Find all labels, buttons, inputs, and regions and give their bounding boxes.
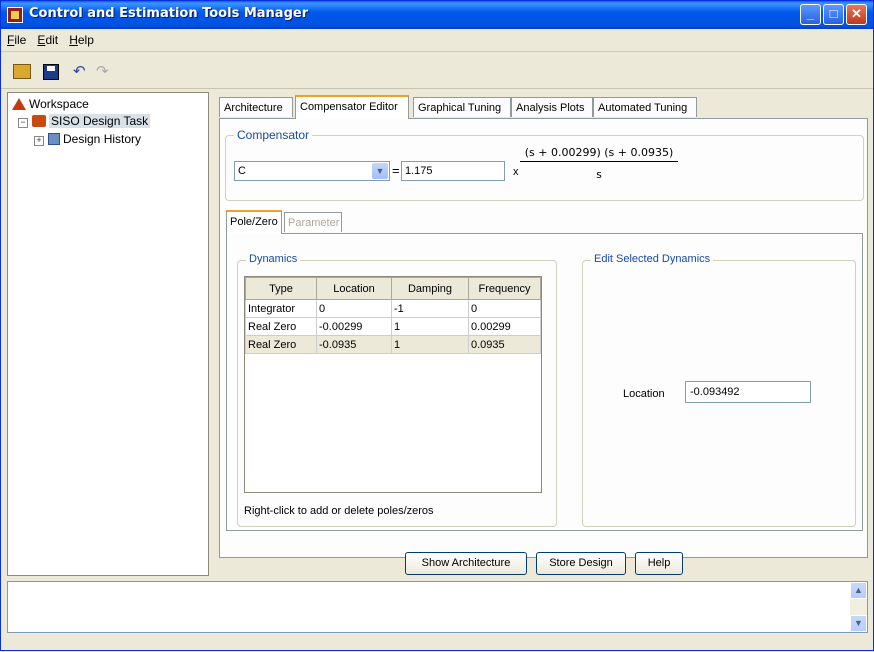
- compensator-legend: Compensator: [234, 128, 313, 142]
- table-cell[interactable]: 0.0935: [468, 335, 541, 354]
- table-cell[interactable]: Integrator: [245, 299, 317, 318]
- dynamics-group: Dynamics Type Location Damping Frequency: [237, 253, 557, 527]
- save-icon[interactable]: [43, 64, 59, 80]
- subtab-pole-zero[interactable]: Pole/Zero: [226, 210, 282, 234]
- app-icon: [7, 7, 23, 23]
- main-window: Control and Estimation Tools Manager _ □…: [0, 0, 874, 651]
- tree-item-label: Workspace: [29, 97, 89, 111]
- transfer-function: (s + 0.00299) (s + 0.0935) s: [520, 146, 678, 181]
- table-cell[interactable]: Real Zero: [245, 335, 317, 354]
- dynamics-legend: Dynamics: [246, 253, 301, 265]
- edit-selected-legend: Edit Selected Dynamics: [591, 253, 714, 265]
- chevron-down-icon[interactable]: ▼: [372, 163, 388, 179]
- log-panel[interactable]: ▲ ▼: [7, 581, 868, 633]
- tree-item-workspace[interactable]: Workspace: [12, 97, 89, 111]
- status-bar: [1, 635, 873, 652]
- table-cell[interactable]: 1: [391, 335, 469, 354]
- menu-file[interactable]: File: [7, 29, 26, 51]
- gain-field[interactable]: 1.175: [401, 161, 505, 181]
- table-cell[interactable]: -0.0935: [316, 335, 392, 354]
- vertical-scrollbar[interactable]: ▲ ▼: [850, 582, 867, 632]
- tree-item-siso-task[interactable]: − SISO Design Task: [18, 114, 151, 128]
- table-row[interactable]: Real Zero -0.0935 1 0.0935: [245, 335, 541, 354]
- toolbar: ↶ ↷: [1, 52, 873, 89]
- dynamics-table: Type Location Damping Frequency Integrat…: [245, 277, 541, 354]
- compensator-group: Compensator C ▼ = 1.175 x (s + 0.00299) …: [225, 128, 864, 201]
- table-cell[interactable]: -0.00299: [316, 317, 392, 336]
- edit-selected-group: Edit Selected Dynamics Location -0.09349…: [582, 253, 856, 527]
- workspace-tree: Workspace − SISO Design Task + Design Hist…: [7, 92, 209, 576]
- table-row[interactable]: Integrator 0 -1 0: [245, 299, 541, 318]
- menu-help[interactable]: Help: [69, 29, 94, 51]
- history-icon: [48, 133, 60, 145]
- pole-zero-panel: Dynamics Type Location Damping Frequency: [226, 233, 863, 531]
- show-architecture-button[interactable]: Show Architecture: [405, 552, 527, 575]
- close-button[interactable]: ✕: [846, 4, 867, 25]
- tab-analysis-plots[interactable]: Analysis Plots: [511, 97, 593, 117]
- scroll-up-icon[interactable]: ▲: [850, 582, 867, 599]
- column-header[interactable]: Damping: [391, 277, 469, 300]
- dynamics-table-area[interactable]: Type Location Damping Frequency Integrat…: [244, 276, 542, 493]
- tree-item-label: Design History: [63, 132, 142, 146]
- tf-numerator: (s + 0.00299) (s + 0.0935): [524, 146, 674, 159]
- help-button[interactable]: Help: [635, 552, 683, 575]
- times-sign: x: [513, 166, 519, 178]
- table-cell[interactable]: 0: [468, 299, 541, 318]
- tab-automated-tuning[interactable]: Automated Tuning: [593, 97, 697, 117]
- tab-architecture[interactable]: Architecture: [219, 97, 293, 117]
- window-title: Control and Estimation Tools Manager: [29, 6, 309, 21]
- undo-icon[interactable]: ↶: [73, 64, 91, 80]
- task-icon: [32, 115, 46, 127]
- table-cell[interactable]: 0.00299: [468, 317, 541, 336]
- table-cell[interactable]: 1: [391, 317, 469, 336]
- collapse-icon[interactable]: −: [18, 118, 28, 128]
- table-cell[interactable]: -1: [391, 299, 469, 318]
- table-cell[interactable]: 0: [316, 299, 392, 318]
- store-design-button[interactable]: Store Design: [536, 552, 626, 575]
- gain-value: 1.175: [405, 165, 433, 177]
- table-cell[interactable]: Real Zero: [245, 317, 317, 336]
- minimize-button[interactable]: _: [800, 4, 821, 25]
- main-panel: Architecture Compensator Editor Graphica…: [215, 92, 868, 575]
- dynamics-hint: Right-click to add or delete poles/zeros: [244, 505, 434, 517]
- tf-denominator: s: [596, 168, 602, 181]
- expand-icon[interactable]: +: [34, 136, 44, 146]
- menu-edit[interactable]: Edit: [37, 29, 58, 51]
- table-row[interactable]: Real Zero -0.00299 1 0.00299: [245, 317, 541, 336]
- open-folder-icon[interactable]: [13, 64, 31, 79]
- compensator-select-value: C: [238, 165, 246, 177]
- maximize-button[interactable]: □: [823, 4, 844, 25]
- compensator-select[interactable]: C ▼: [234, 161, 390, 181]
- tree-item-label: SISO Design Task: [49, 114, 151, 128]
- column-header[interactable]: Location: [316, 277, 392, 300]
- redo-icon[interactable]: ↷: [96, 64, 114, 80]
- compensator-editor-panel: Compensator C ▼ = 1.175 x (s + 0.00299) …: [219, 118, 868, 558]
- column-header[interactable]: Frequency: [468, 277, 541, 300]
- tab-graphical-tuning[interactable]: Graphical Tuning: [413, 97, 511, 117]
- menu-bar: File Edit Help: [1, 29, 873, 52]
- location-label: Location: [623, 388, 665, 400]
- subtab-parameter: Parameter: [284, 212, 342, 232]
- location-value: -0.093492: [690, 386, 740, 398]
- tree-item-design-history[interactable]: + Design History: [34, 132, 141, 146]
- workspace-icon: [12, 98, 26, 110]
- scroll-down-icon[interactable]: ▼: [850, 615, 867, 632]
- title-bar[interactable]: Control and Estimation Tools Manager _ □…: [1, 1, 873, 29]
- equals-sign: =: [392, 163, 400, 178]
- tab-compensator-editor[interactable]: Compensator Editor: [295, 95, 409, 119]
- table-header-row: Type Location Damping Frequency: [245, 277, 541, 300]
- column-header[interactable]: Type: [245, 277, 317, 300]
- location-field[interactable]: -0.093492: [685, 381, 811, 403]
